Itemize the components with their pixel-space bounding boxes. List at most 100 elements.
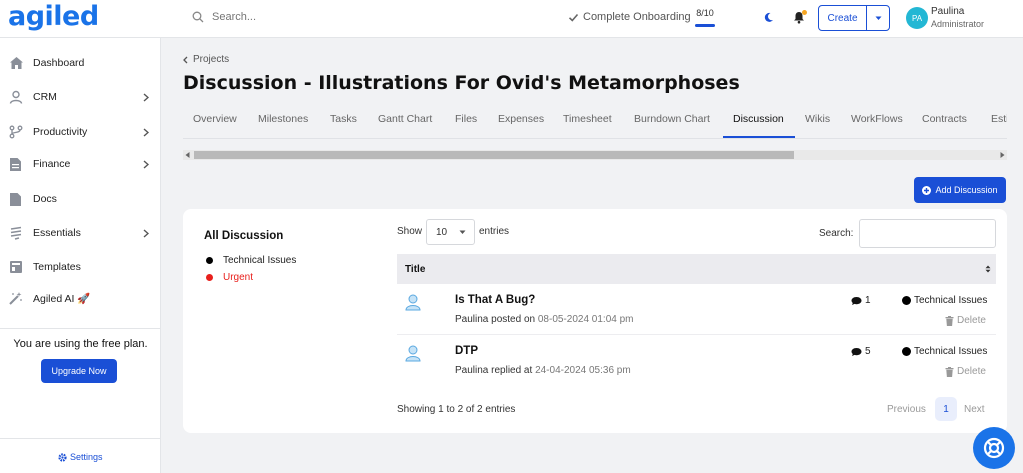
sort-icon[interactable]	[985, 265, 991, 273]
onboarding-link[interactable]: Complete Onboarding	[568, 11, 691, 23]
tab-milestones[interactable]: Milestones	[258, 113, 308, 125]
project-tabs: Overview Milestones Tasks Gantt Chart Fi…	[183, 103, 1007, 139]
category-technical-issues[interactable]: Technical Issues	[206, 255, 296, 266]
sidebar-item-label: Dashboard	[33, 57, 85, 69]
delete-link[interactable]: Delete	[945, 315, 986, 326]
discussion-author-action: Paulina posted on	[455, 314, 536, 325]
row-divider	[397, 334, 996, 335]
app-logo[interactable]: agiled	[8, 1, 99, 32]
chevron-right-icon	[143, 160, 149, 169]
table-search-label: Search:	[819, 228, 854, 239]
discussion-category-label: Technical Issues	[914, 346, 988, 357]
tab-tasks[interactable]: Tasks	[330, 113, 357, 125]
dark-mode-toggle-icon[interactable]	[763, 12, 774, 23]
user-name[interactable]: Paulina	[931, 6, 964, 17]
check-icon	[568, 12, 579, 23]
sidebar: Dashboard CRM Productivity Finance Docs …	[0, 38, 161, 473]
create-button[interactable]: Create	[819, 6, 867, 30]
discussion-category: Technical Issues	[902, 346, 987, 357]
sidebar-item-label: Agiled AI 🚀	[33, 292, 91, 305]
sidebar-item-productivity[interactable]: Productivity	[0, 118, 161, 146]
chevron-right-icon	[143, 93, 149, 102]
onboarding-count: 8/10	[696, 8, 714, 18]
plus-circle-icon	[922, 185, 932, 195]
tab-workflows[interactable]: WorkFlows	[851, 113, 903, 125]
entries-select[interactable]: 10	[426, 219, 475, 245]
free-plan-notice: You are using the free plan.	[13, 338, 148, 350]
tab-burndown-chart[interactable]: Burndown Chart	[634, 113, 710, 125]
sidebar-item-docs[interactable]: Docs	[0, 185, 161, 213]
table-search-input[interactable]	[859, 219, 996, 248]
sidebar-item-label: Docs	[33, 193, 57, 205]
sidebar-item-dashboard[interactable]: Dashboard	[0, 49, 161, 77]
search-icon	[192, 11, 204, 23]
table-row: Is That A Bug? Paulina posted on 08-05-2…	[397, 285, 996, 335]
user-icon	[9, 90, 23, 104]
table-row: DTP Paulina replied at 24-04-2024 05:36 …	[397, 336, 996, 386]
lifebuoy-icon	[983, 437, 1005, 459]
sidebar-item-agiled-ai[interactable]: Agiled AI 🚀	[0, 284, 161, 312]
help-button[interactable]	[973, 427, 1015, 469]
discussion-meta: Paulina posted on 08-05-2024 01:04 pm	[455, 314, 633, 325]
breadcrumb[interactable]: Projects	[183, 54, 229, 65]
tab-estimates[interactable]: Esti	[991, 113, 1007, 125]
global-search[interactable]	[192, 11, 372, 23]
delete-label: Delete	[957, 366, 986, 377]
gear-icon	[58, 452, 67, 462]
comment-count: 5	[851, 346, 871, 357]
tab-contracts[interactable]: Contracts	[922, 113, 967, 125]
global-search-input[interactable]	[212, 11, 372, 23]
category-label: Technical Issues	[223, 255, 297, 266]
sidebar-item-label: Finance	[33, 158, 71, 170]
onboarding-progress-bar	[695, 24, 715, 27]
sidebar-item-finance[interactable]: Finance	[0, 150, 161, 178]
scroll-left-icon[interactable]	[185, 152, 190, 158]
sidebar-item-essentials[interactable]: Essentials	[0, 219, 161, 247]
sidebar-item-label: CRM	[33, 91, 57, 103]
upgrade-button[interactable]: Upgrade Now	[41, 359, 117, 383]
document-icon	[9, 157, 22, 172]
notification-badge	[802, 10, 807, 15]
table-info: Showing 1 to 2 of 2 entries	[397, 404, 516, 415]
settings-link[interactable]: Settings	[58, 452, 103, 462]
discussion-category: Technical Issues	[902, 295, 987, 306]
user-role: Administrator	[931, 19, 985, 29]
tab-wikis[interactable]: Wikis	[805, 113, 830, 125]
scrollbar-thumb[interactable]	[194, 151, 794, 159]
sidebar-item-crm[interactable]: CRM	[0, 83, 161, 111]
category-urgent[interactable]: Urgent	[206, 272, 253, 283]
tab-expenses[interactable]: Expenses	[498, 113, 544, 125]
sidebar-divider	[0, 328, 161, 329]
delete-link[interactable]: Delete	[945, 366, 986, 377]
pagination-previous[interactable]: Previous	[887, 404, 926, 415]
tab-timesheet[interactable]: Timesheet	[563, 113, 612, 125]
show-label: Show	[397, 226, 423, 237]
add-discussion-button[interactable]: Add Discussion	[914, 177, 1006, 203]
breadcrumb-projects[interactable]: Projects	[193, 54, 229, 65]
tab-files[interactable]: Files	[455, 113, 477, 125]
branch-icon	[9, 125, 23, 139]
create-dropdown-toggle[interactable]	[867, 6, 889, 30]
discussion-meta: Paulina replied at 24-04-2024 05:36 pm	[455, 365, 631, 376]
discussion-title[interactable]: Is That A Bug?	[455, 294, 535, 306]
scroll-right-icon[interactable]	[1000, 152, 1005, 158]
tab-overview[interactable]: Overview	[193, 113, 237, 125]
sidebar-item-templates[interactable]: Templates	[0, 253, 161, 281]
tab-discussion[interactable]: Discussion	[733, 113, 784, 125]
file-icon	[9, 192, 22, 207]
discussion-card: All Discussion Technical Issues Urgent S…	[183, 209, 1007, 433]
user-avatar[interactable]: PA	[906, 7, 928, 29]
category-dot	[206, 274, 213, 281]
table-header-title[interactable]: Title	[397, 254, 996, 284]
discussion-title[interactable]: DTP	[455, 345, 478, 357]
pagination-next[interactable]: Next	[964, 404, 985, 415]
tabs-scrollbar[interactable]	[183, 150, 1007, 160]
sidebar-item-label: Productivity	[33, 126, 88, 138]
discussion-date: 08-05-2024 01:04 pm	[537, 314, 634, 325]
user-avatar-icon	[405, 344, 421, 362]
entries-label: entries	[479, 226, 510, 237]
tab-gantt-chart[interactable]: Gantt Chart	[378, 113, 432, 125]
pagination-page[interactable]: 1	[935, 397, 957, 421]
category-label: Urgent	[223, 272, 254, 283]
category-dot	[206, 257, 213, 264]
